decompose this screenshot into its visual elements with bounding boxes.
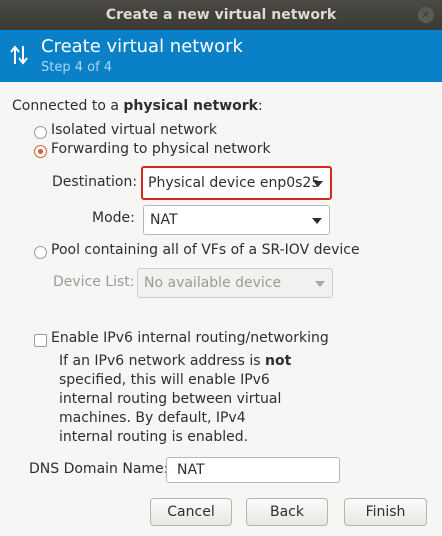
mode-select[interactable]: NAT (143, 205, 330, 235)
dns-domain-value: NAT (177, 462, 205, 478)
wizard-step: Step 4 of 4 (41, 60, 113, 75)
chevron-down-icon (312, 218, 322, 224)
sriov-radio[interactable] (34, 246, 47, 259)
destination-value: Physical device enp0s25 (148, 175, 321, 191)
device-list-value: No available device (144, 275, 282, 291)
sriov-label[interactable]: Pool containing all of VFs of a SR-IOV d… (51, 242, 360, 258)
isolated-radio[interactable] (34, 126, 47, 139)
mode-value: NAT (150, 212, 178, 228)
wizard-header: Create virtual network Step 4 of 4 (0, 30, 442, 82)
close-icon[interactable]: ✕ (418, 7, 434, 23)
forwarding-label[interactable]: Forwarding to physical network (51, 141, 271, 157)
back-button[interactable]: Back (246, 498, 328, 526)
forwarding-radio[interactable] (34, 145, 47, 158)
mode-label: Mode: (92, 210, 135, 226)
device-list-select: No available device (137, 268, 333, 298)
destination-label: Destination: (52, 174, 138, 190)
device-list-label: Device List: (53, 274, 135, 290)
dns-label: DNS Domain Name: (29, 461, 169, 477)
chevron-down-icon (313, 181, 323, 187)
window-title: Create a new virtual network (105, 7, 337, 23)
ipv6-checkbox[interactable] (34, 334, 47, 347)
isolated-label[interactable]: Isolated virtual network (51, 122, 217, 138)
connection-heading: Connected to a physical network: (12, 98, 263, 114)
wizard-title: Create virtual network (41, 36, 243, 57)
dns-domain-input[interactable]: NAT (166, 457, 340, 483)
ipv6-label[interactable]: Enable IPv6 internal routing/networking (51, 330, 329, 346)
chevron-down-icon (315, 281, 325, 287)
window-titlebar: Create a new virtual network ✕ (0, 0, 442, 30)
cancel-button[interactable]: Cancel (150, 498, 232, 526)
ipv6-help-text: If an IPv6 network address is not specif… (59, 353, 292, 445)
finish-button[interactable]: Finish (344, 498, 427, 526)
network-arrows-icon (10, 45, 28, 65)
destination-select[interactable]: Physical device enp0s25 (141, 166, 332, 200)
